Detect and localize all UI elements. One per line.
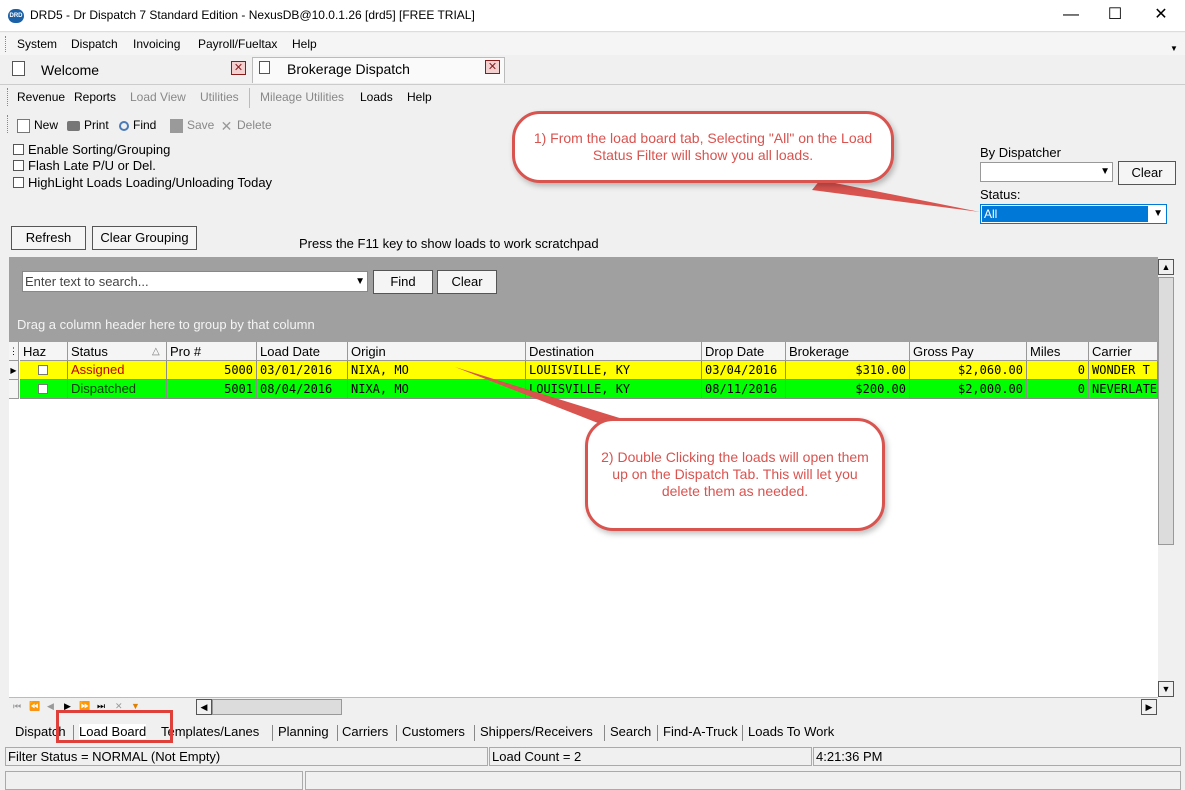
load-board-highlight	[56, 710, 173, 743]
callout-double-click: 2) Double Clicking the loads will open t…	[585, 418, 885, 531]
callout-one-pointer	[812, 180, 980, 212]
callout-status-filter: 1) From the load board tab, Selecting "A…	[512, 111, 894, 183]
